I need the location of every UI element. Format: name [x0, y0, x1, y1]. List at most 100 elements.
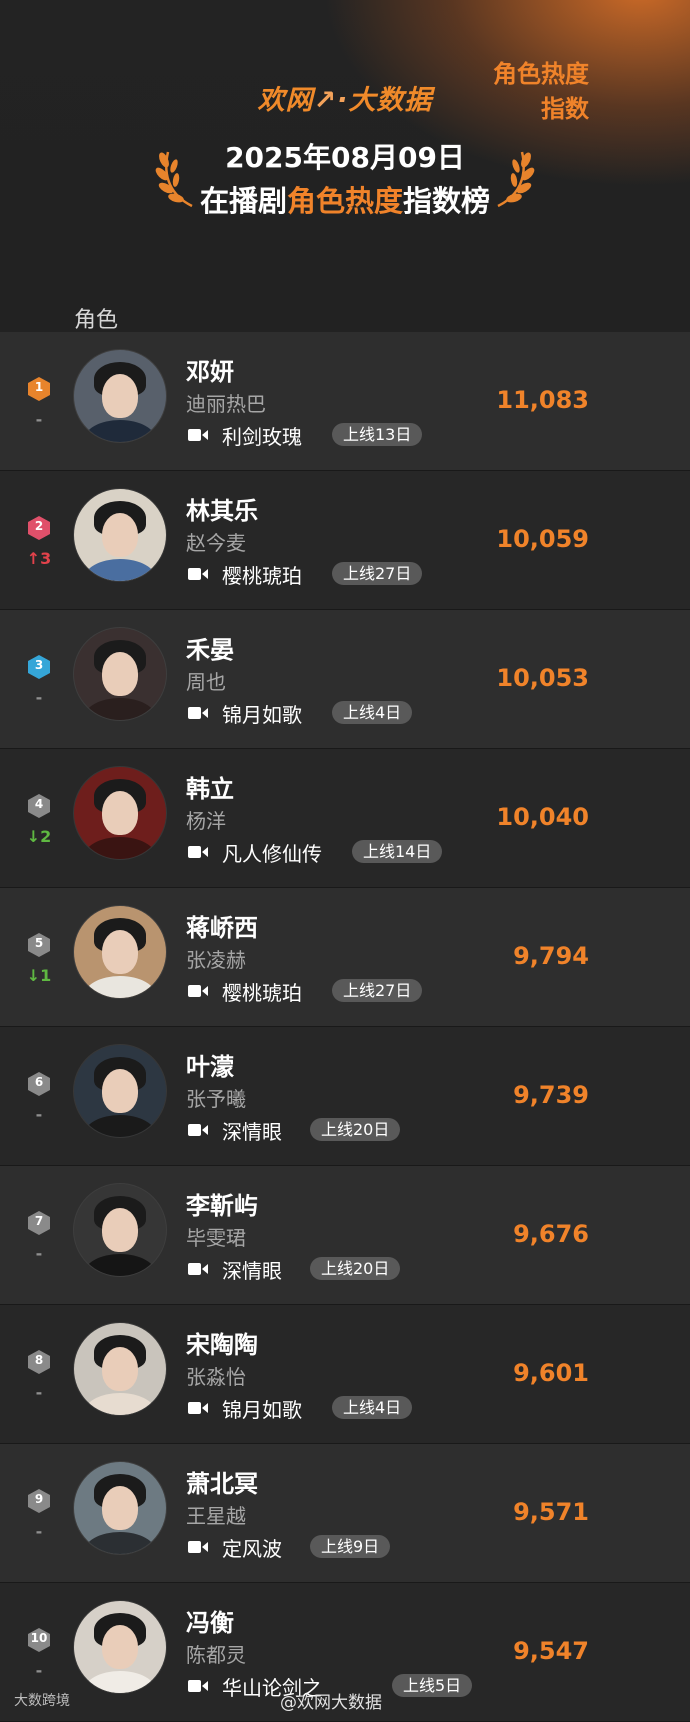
days-online-tag: 上线20日: [310, 1257, 401, 1280]
brand-text-2: 大数据: [348, 85, 433, 116]
rank-change: -: [35, 1105, 43, 1124]
drama-title[interactable]: 深情眼: [222, 1116, 282, 1145]
rank-number: 9: [34, 1492, 44, 1506]
avatar-face: [102, 1069, 138, 1113]
rank-number: 2: [34, 519, 44, 533]
rank-change: ↓1: [26, 966, 52, 985]
avatar[interactable]: [74, 906, 166, 998]
ranking-row[interactable]: 1 - 邓妍 迪丽热巴 利剑玫瑰 上线13日 11,083: [0, 332, 690, 471]
days-online-tag: 上线27日: [332, 562, 423, 585]
video-camera-icon: [188, 1541, 208, 1553]
rank-badge: 5: [26, 932, 52, 957]
ranking-list: 1 - 邓妍 迪丽热巴 利剑玫瑰 上线13日 11,083 2 ↑3 林其乐 赵…: [0, 332, 690, 1722]
drama-title[interactable]: 锦月如歌: [222, 699, 302, 728]
ranking-row[interactable]: 2 ↑3 林其乐 赵今麦 樱桃琥珀 上线27日 10,059: [0, 471, 690, 610]
ranking-row[interactable]: 8 - 宋陶陶 张淼怡 锦月如歌 上线4日 9,601: [0, 1305, 690, 1444]
role-name[interactable]: 林其乐: [186, 491, 258, 526]
actor-name: 毕雯珺: [186, 1226, 246, 1250]
heat-score: 10,040: [496, 803, 589, 831]
avatar-face: [102, 1347, 138, 1391]
role-name[interactable]: 蒋峤西: [186, 908, 258, 943]
ranking-row[interactable]: 7 - 李靳屿 毕雯珺 深情眼 上线20日 9,676: [0, 1166, 690, 1305]
role-name[interactable]: 冯衡: [186, 1603, 234, 1638]
avatar-body: [84, 1254, 156, 1276]
avatar-body: [84, 559, 156, 581]
video-camera-icon: [188, 1680, 208, 1692]
avatar-face: [102, 374, 138, 418]
heat-score: 9,547: [513, 1637, 589, 1665]
role-name[interactable]: 叶濛: [186, 1047, 234, 1082]
role-name[interactable]: 禾晏: [186, 630, 234, 665]
avatar-face: [102, 791, 138, 835]
drama-title[interactable]: 定风波: [222, 1533, 282, 1562]
ranking-row[interactable]: 6 - 叶濛 张予曦 深情眼 上线20日 9,739: [0, 1027, 690, 1166]
rank-change: -: [35, 688, 43, 707]
rank-number: 10: [30, 1631, 48, 1645]
video-camera-icon: [188, 846, 208, 858]
avatar-face: [102, 1625, 138, 1669]
avatar[interactable]: [74, 628, 166, 720]
avatar[interactable]: [74, 1323, 166, 1415]
rank-badge: 3: [26, 654, 52, 679]
rank-number: 3: [34, 658, 44, 672]
avatar[interactable]: [74, 767, 166, 859]
drama-title[interactable]: 樱桃琥珀: [222, 560, 302, 589]
avatar[interactable]: [74, 1184, 166, 1276]
heat-score: 9,571: [513, 1498, 589, 1526]
column-header-score: 角色热度指数: [493, 60, 589, 123]
rank-change: ↓2: [26, 827, 52, 846]
avatar-body: [84, 1115, 156, 1137]
avatar[interactable]: [74, 489, 166, 581]
actor-name: 张淼怡: [186, 1365, 246, 1389]
ranking-page: 欢网↗·大数据 2025年08月09日 在播剧角色热度指数榜 角色 角色热度指数…: [0, 0, 690, 1722]
rank-number: 8: [34, 1353, 44, 1367]
days-online-tag: 上线27日: [332, 979, 423, 1002]
actor-name: 赵今麦: [186, 531, 246, 555]
role-name[interactable]: 韩立: [186, 769, 234, 804]
column-header-role: 角色: [74, 308, 119, 333]
video-camera-icon: [188, 568, 208, 580]
ranking-row[interactable]: 5 ↓1 蒋峤西 张凌赫 樱桃琥珀 上线27日 9,794: [0, 888, 690, 1027]
title-highlight: 角色热度: [286, 184, 403, 218]
avatar-face: [102, 1486, 138, 1530]
video-camera-icon: [188, 1263, 208, 1275]
rank-number: 6: [34, 1075, 44, 1089]
role-name[interactable]: 萧北冥: [186, 1464, 258, 1499]
rank-badge: 6: [26, 1071, 52, 1096]
video-camera-icon: [188, 429, 208, 441]
title-prefix: 在播剧: [199, 184, 287, 218]
avatar-face: [102, 1208, 138, 1252]
rank-badge: 7: [26, 1210, 52, 1235]
heat-score: 9,676: [513, 1220, 589, 1248]
avatar[interactable]: [74, 1462, 166, 1554]
ranking-row[interactable]: 3 - 禾晏 周也 锦月如歌 上线4日 10,053: [0, 610, 690, 749]
heat-score: 9,739: [513, 1081, 589, 1109]
avatar[interactable]: [74, 1045, 166, 1137]
avatar-body: [84, 837, 156, 859]
heat-score: 11,083: [496, 386, 589, 414]
rank-badge: 1: [26, 376, 52, 401]
ranking-row[interactable]: 4 ↓2 韩立 杨洋 凡人修仙传 上线14日 10,040: [0, 749, 690, 888]
ranking-row[interactable]: 9 - 萧北冥 王星越 定风波 上线9日 9,571: [0, 1444, 690, 1583]
role-name[interactable]: 宋陶陶: [186, 1325, 258, 1360]
rank-change: -: [35, 410, 43, 429]
role-name[interactable]: 李靳屿: [186, 1186, 258, 1221]
avatar[interactable]: [74, 350, 166, 442]
rank-badge: 2: [26, 515, 52, 540]
rank-change: -: [35, 1522, 43, 1541]
watermark-text: 大数跨境: [14, 1693, 70, 1709]
role-name[interactable]: 邓妍: [186, 352, 234, 387]
avatar-body: [84, 1393, 156, 1415]
days-online-tag: 上线14日: [352, 840, 443, 863]
drama-title[interactable]: 利剑玫瑰: [222, 421, 302, 450]
avatar-face: [102, 930, 138, 974]
drama-title[interactable]: 樱桃琥珀: [222, 977, 302, 1006]
drama-title[interactable]: 凡人修仙传: [222, 838, 322, 867]
drama-title[interactable]: 锦月如歌: [222, 1394, 302, 1423]
actor-name: 陈都灵: [186, 1643, 246, 1667]
heat-score: 9,601: [513, 1359, 589, 1387]
title-suffix: 指数榜: [403, 184, 491, 218]
heat-score: 10,053: [496, 664, 589, 692]
avatar[interactable]: [74, 1601, 166, 1693]
drama-title[interactable]: 深情眼: [222, 1255, 282, 1284]
